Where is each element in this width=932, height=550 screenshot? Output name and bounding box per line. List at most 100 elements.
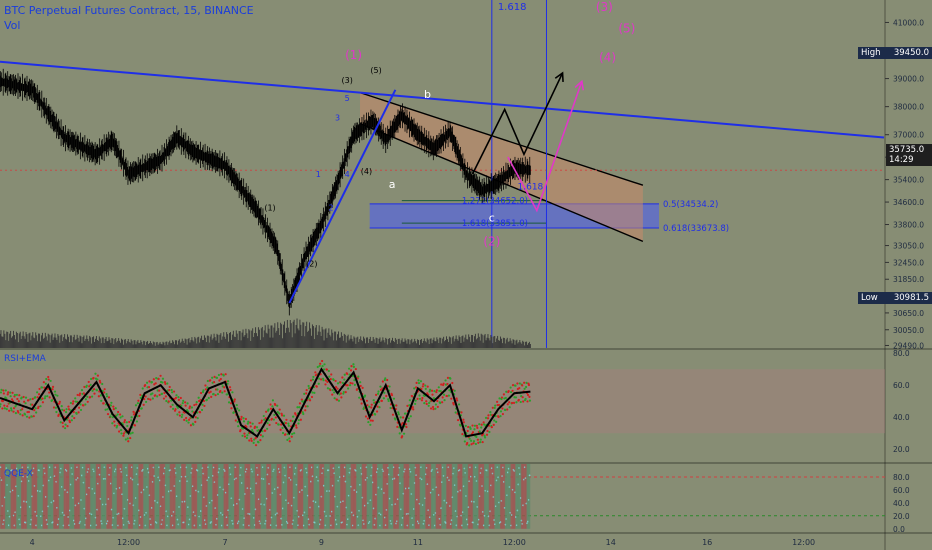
rsi-point xyxy=(335,398,339,401)
rsi-point xyxy=(499,414,502,418)
rsi-point xyxy=(281,431,285,435)
rsi-point xyxy=(5,408,8,411)
wave-label: (3) xyxy=(341,76,352,85)
rsi-point xyxy=(69,401,72,405)
rsi-point xyxy=(234,419,237,422)
rsi-point xyxy=(442,393,446,396)
rsi-point xyxy=(425,400,428,403)
rsi-point xyxy=(349,369,353,372)
rsi-point xyxy=(340,396,343,399)
rsi-point xyxy=(177,396,180,399)
rsi-point xyxy=(51,388,54,391)
rsi-point xyxy=(154,382,157,385)
rsi-point xyxy=(476,426,479,429)
x-tick-label: 14 xyxy=(606,538,616,547)
rsi-point xyxy=(464,424,467,427)
high-badge: High 39450.0 xyxy=(858,47,932,59)
rsi-point xyxy=(270,417,274,421)
rsi-point xyxy=(477,441,480,444)
rsi-point xyxy=(421,396,424,400)
rsi-point xyxy=(277,423,280,426)
qqe-tick-label: 80.0 xyxy=(893,473,910,482)
qqe-tick-label: 60.0 xyxy=(893,486,910,495)
rsi-point xyxy=(48,391,51,394)
rsi-point xyxy=(217,373,221,377)
rsi-point xyxy=(215,376,219,380)
rsi-point xyxy=(368,405,371,408)
rsi-point xyxy=(416,397,419,400)
rsi-point xyxy=(24,402,27,405)
rsi-point xyxy=(152,378,155,381)
rsi-point xyxy=(387,399,390,403)
rsi-point xyxy=(279,428,282,431)
qqe-tick-label: 0.0 xyxy=(893,525,905,534)
rsi-point xyxy=(517,398,520,402)
rsi-point xyxy=(14,411,18,415)
rsi-point xyxy=(524,385,528,389)
rsi-point xyxy=(86,400,89,403)
rsi-point xyxy=(298,406,301,409)
rsi-point xyxy=(136,402,140,405)
rsi-point xyxy=(77,406,81,409)
rsi-point xyxy=(169,405,172,408)
rsi-point xyxy=(258,421,261,425)
rsi-point xyxy=(65,408,68,411)
rsi-point xyxy=(486,417,490,420)
rsi-point xyxy=(174,408,177,411)
rsi-point xyxy=(6,393,9,396)
rsi-point xyxy=(103,388,106,391)
rsi-point xyxy=(261,435,264,438)
rsi-point xyxy=(402,416,405,419)
rsi-point xyxy=(363,394,367,397)
rsi-point xyxy=(512,401,516,405)
rsi-point xyxy=(276,404,279,407)
rsi-point xyxy=(523,381,526,384)
rsi-point xyxy=(170,388,173,392)
rsi-point xyxy=(435,389,438,392)
wave-label: (2) xyxy=(306,260,317,269)
wave-label: (4) xyxy=(599,51,616,65)
rsi-point xyxy=(456,399,459,402)
rsi-point xyxy=(116,424,119,427)
high-value: 39450.0 xyxy=(893,48,929,58)
rsi-point xyxy=(99,381,102,384)
rsi-point xyxy=(86,395,89,398)
rsi-point xyxy=(265,410,268,413)
rsi-point xyxy=(439,401,442,405)
rsi-point xyxy=(336,387,339,390)
rsi-point xyxy=(508,406,511,409)
rsi-point xyxy=(164,395,167,398)
wave-label: (1) xyxy=(264,203,275,212)
rsi-point xyxy=(431,405,435,409)
rsi-point xyxy=(186,402,189,405)
rsi-point xyxy=(243,432,246,435)
rsi-point xyxy=(333,397,336,400)
x-tick-label: 11 xyxy=(413,538,423,547)
rsi-point xyxy=(227,401,231,404)
rsi-point xyxy=(281,426,284,430)
stoch-label: QQE-X xyxy=(4,469,33,479)
rsi-point xyxy=(310,395,314,399)
rsi-point xyxy=(389,406,392,410)
fib-label: 0.618(33673.8) xyxy=(663,224,729,234)
rsi-point xyxy=(111,422,114,425)
rsi-point xyxy=(175,394,178,397)
rsi-point xyxy=(2,392,5,395)
wave-label: 1 xyxy=(316,170,321,179)
rsi-point xyxy=(157,377,160,381)
rsi-point xyxy=(346,384,349,387)
price-chart-svg[interactable]: 41000.040000.039000.038000.037000.036200… xyxy=(0,0,932,550)
rsi-point xyxy=(83,385,86,389)
rsi-point xyxy=(273,413,276,417)
rsi-point xyxy=(522,400,525,403)
rsi-point xyxy=(235,403,238,407)
rsi-point xyxy=(472,440,476,443)
rsi-point xyxy=(231,391,234,394)
rsi-point xyxy=(185,416,188,420)
rsi-point xyxy=(195,401,198,404)
rsi-point xyxy=(291,432,294,436)
rsi-point xyxy=(353,383,356,386)
rsi-point xyxy=(479,441,482,444)
rsi-point xyxy=(189,424,193,427)
rsi-point xyxy=(418,394,421,397)
